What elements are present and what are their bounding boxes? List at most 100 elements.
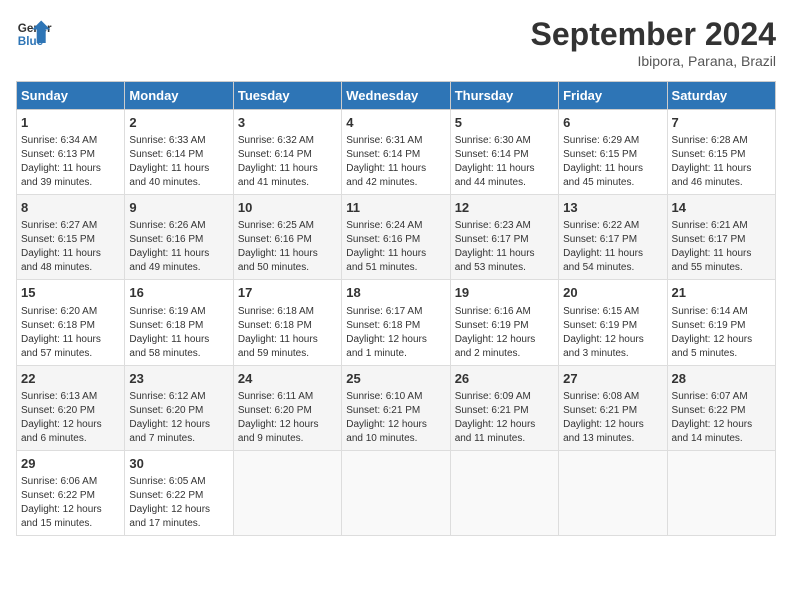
day-number: 17: [238, 284, 337, 302]
day-number: 13: [563, 199, 662, 217]
calendar-day-cell: 13Sunrise: 6:22 AM Sunset: 6:17 PM Dayli…: [559, 195, 667, 280]
calendar-day-cell: 4Sunrise: 6:31 AM Sunset: 6:14 PM Daylig…: [342, 110, 450, 195]
day-info: Sunrise: 6:19 AM Sunset: 6:18 PM Dayligh…: [129, 305, 228, 361]
page-header: General Blue September 2024 Ibipora, Par…: [16, 16, 776, 69]
day-info: Sunrise: 6:15 AM Sunset: 6:19 PM Dayligh…: [563, 305, 662, 361]
day-number: 3: [238, 114, 337, 132]
calendar-day-cell: 9 Sunrise: 6:26 AM Sunset: 6:16 PM Daylig…: [125, 195, 233, 280]
calendar-day-cell: 1 Sunrise: 6:34 AM Sunset: 6:13 PM Daylig…: [17, 110, 125, 195]
day-info: Sunrise: 6:27 AM Sunset: 6:15 PM Dayligh…: [21, 219, 120, 275]
calendar-week-row: 22 Sunrise: 6:13 AM Sunset: 6:20 PM Dayli…: [17, 365, 776, 450]
day-number: 22: [21, 370, 120, 388]
calendar-day-cell: 5Sunrise: 6:30 AM Sunset: 6:14 PM Daylig…: [450, 110, 558, 195]
calendar-day-cell: 7 Sunrise: 6:28 AM Sunset: 6:15 PM Daylig…: [667, 110, 775, 195]
day-number: 19: [455, 284, 554, 302]
calendar-week-row: 8Sunrise: 6:27 AM Sunset: 6:15 PM Daylig…: [17, 195, 776, 280]
calendar-day-cell: [667, 450, 775, 535]
day-info: Sunrise: 6:07 AM Sunset: 6:22 PM Dayligh…: [672, 390, 771, 446]
day-number: 21: [672, 284, 771, 302]
calendar-day-cell: 2 Sunrise: 6:33 AM Sunset: 6:14 PM Daylig…: [125, 110, 233, 195]
day-number: 20: [563, 284, 662, 302]
calendar-day-cell: 29Sunrise: 6:06 AM Sunset: 6:22 PM Dayli…: [17, 450, 125, 535]
title-area: September 2024 Ibipora, Parana, Brazil: [531, 16, 776, 69]
calendar-day-cell: 6Sunrise: 6:29 AM Sunset: 6:15 PM Daylig…: [559, 110, 667, 195]
calendar-day-cell: 25 Sunrise: 6:10 AM Sunset: 6:21 PM Dayli…: [342, 365, 450, 450]
calendar-day-cell: 11 Sunrise: 6:24 AM Sunset: 6:16 PM Dayli…: [342, 195, 450, 280]
day-of-week-header: Sunday: [17, 82, 125, 110]
calendar-table: SundayMondayTuesdayWednesdayThursdayFrid…: [16, 81, 776, 536]
day-number: 27: [563, 370, 662, 388]
calendar-day-cell: 21 Sunrise: 6:14 AM Sunset: 6:19 PM Dayli…: [667, 280, 775, 365]
day-info: Sunrise: 6:10 AM Sunset: 6:21 PM Dayligh…: [346, 390, 445, 446]
day-info: Sunrise: 6:28 AM Sunset: 6:15 PM Dayligh…: [672, 134, 771, 190]
day-info: Sunrise: 6:20 AM Sunset: 6:18 PM Dayligh…: [21, 305, 120, 361]
day-number: 29: [21, 455, 120, 473]
calendar-day-cell: 24Sunrise: 6:11 AM Sunset: 6:20 PM Dayli…: [233, 365, 341, 450]
logo-icon: General Blue: [16, 16, 52, 52]
month-title: September 2024: [531, 16, 776, 53]
day-number: 24: [238, 370, 337, 388]
calendar-day-cell: [559, 450, 667, 535]
calendar-day-cell: 22 Sunrise: 6:13 AM Sunset: 6:20 PM Dayli…: [17, 365, 125, 450]
day-number: 11: [346, 199, 445, 217]
calendar-day-cell: 17 Sunrise: 6:18 AM Sunset: 6:18 PM Dayli…: [233, 280, 341, 365]
day-number: 9: [129, 199, 228, 217]
calendar-day-cell: 15Sunrise: 6:20 AM Sunset: 6:18 PM Dayli…: [17, 280, 125, 365]
day-number: 23: [129, 370, 228, 388]
day-number: 7: [672, 114, 771, 132]
calendar-day-cell: 26 Sunrise: 6:09 AM Sunset: 6:21 PM Dayli…: [450, 365, 558, 450]
day-number: 28: [672, 370, 771, 388]
day-info: Sunrise: 6:09 AM Sunset: 6:21 PM Dayligh…: [455, 390, 554, 446]
day-info: Sunrise: 6:12 AM Sunset: 6:20 PM Dayligh…: [129, 390, 228, 446]
day-info: Sunrise: 6:14 AM Sunset: 6:19 PM Dayligh…: [672, 305, 771, 361]
calendar-day-cell: 19 Sunrise: 6:16 AM Sunset: 6:19 PM Dayli…: [450, 280, 558, 365]
calendar-day-cell: 30Sunrise: 6:05 AM Sunset: 6:22 PM Dayli…: [125, 450, 233, 535]
calendar-day-cell: 3 Sunrise: 6:32 AM Sunset: 6:14 PM Daylig…: [233, 110, 341, 195]
day-info: Sunrise: 6:13 AM Sunset: 6:20 PM Dayligh…: [21, 390, 120, 446]
day-info: Sunrise: 6:26 AM Sunset: 6:16 PM Dayligh…: [129, 219, 228, 275]
day-number: 18: [346, 284, 445, 302]
day-number: 30: [129, 455, 228, 473]
day-of-week-header: Tuesday: [233, 82, 341, 110]
day-number: 2: [129, 114, 228, 132]
day-info: Sunrise: 6:32 AM Sunset: 6:14 PM Dayligh…: [238, 134, 337, 190]
day-number: 12: [455, 199, 554, 217]
day-number: 5: [455, 114, 554, 132]
day-info: Sunrise: 6:18 AM Sunset: 6:18 PM Dayligh…: [238, 305, 337, 361]
calendar-day-cell: 10 Sunrise: 6:25 AM Sunset: 6:16 PM Dayli…: [233, 195, 341, 280]
calendar-day-cell: [233, 450, 341, 535]
location-subtitle: Ibipora, Parana, Brazil: [531, 53, 776, 69]
calendar-day-cell: 18 Sunrise: 6:17 AM Sunset: 6:18 PM Dayli…: [342, 280, 450, 365]
day-info: Sunrise: 6:17 AM Sunset: 6:18 PM Dayligh…: [346, 305, 445, 361]
calendar-week-row: 1 Sunrise: 6:34 AM Sunset: 6:13 PM Daylig…: [17, 110, 776, 195]
day-info: Sunrise: 6:33 AM Sunset: 6:14 PM Dayligh…: [129, 134, 228, 190]
logo: General Blue: [16, 16, 52, 52]
calendar-day-cell: 14 Sunrise: 6:21 AM Sunset: 6:17 PM Dayli…: [667, 195, 775, 280]
day-number: 14: [672, 199, 771, 217]
calendar-week-row: 29Sunrise: 6:06 AM Sunset: 6:22 PM Dayli…: [17, 450, 776, 535]
day-info: Sunrise: 6:24 AM Sunset: 6:16 PM Dayligh…: [346, 219, 445, 275]
day-of-week-header: Monday: [125, 82, 233, 110]
day-of-week-header: Friday: [559, 82, 667, 110]
calendar-header-row: SundayMondayTuesdayWednesdayThursdayFrid…: [17, 82, 776, 110]
calendar-week-row: 15Sunrise: 6:20 AM Sunset: 6:18 PM Dayli…: [17, 280, 776, 365]
day-of-week-header: Saturday: [667, 82, 775, 110]
day-number: 1: [21, 114, 120, 132]
day-number: 25: [346, 370, 445, 388]
calendar-day-cell: 27Sunrise: 6:08 AM Sunset: 6:21 PM Dayli…: [559, 365, 667, 450]
calendar-day-cell: 8Sunrise: 6:27 AM Sunset: 6:15 PM Daylig…: [17, 195, 125, 280]
day-info: Sunrise: 6:21 AM Sunset: 6:17 PM Dayligh…: [672, 219, 771, 275]
day-number: 10: [238, 199, 337, 217]
day-number: 6: [563, 114, 662, 132]
calendar-day-cell: [450, 450, 558, 535]
calendar-day-cell: 12Sunrise: 6:23 AM Sunset: 6:17 PM Dayli…: [450, 195, 558, 280]
day-info: Sunrise: 6:34 AM Sunset: 6:13 PM Dayligh…: [21, 134, 120, 190]
day-info: Sunrise: 6:25 AM Sunset: 6:16 PM Dayligh…: [238, 219, 337, 275]
day-info: Sunrise: 6:31 AM Sunset: 6:14 PM Dayligh…: [346, 134, 445, 190]
day-info: Sunrise: 6:16 AM Sunset: 6:19 PM Dayligh…: [455, 305, 554, 361]
calendar-day-cell: 16 Sunrise: 6:19 AM Sunset: 6:18 PM Dayli…: [125, 280, 233, 365]
day-of-week-header: Thursday: [450, 82, 558, 110]
day-number: 16: [129, 284, 228, 302]
calendar-day-cell: 23 Sunrise: 6:12 AM Sunset: 6:20 PM Dayli…: [125, 365, 233, 450]
day-number: 26: [455, 370, 554, 388]
